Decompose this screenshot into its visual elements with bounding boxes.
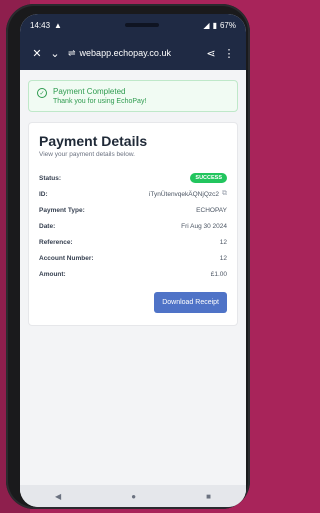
share-icon[interactable]: ⋖ [202,47,220,60]
detail-row-status: Status: SUCCESS [39,170,227,186]
status-badge: SUCCESS [190,173,227,183]
close-icon[interactable]: ✕ [28,47,46,60]
button-row: Download Receipt [39,292,227,313]
detail-label: ID: [39,190,48,198]
detail-value: 12 [219,254,227,262]
page-content: ✓ Payment Completed Thank you for using … [20,70,246,493]
browser-toolbar: ✕ ⌄ ⇌ webapp.echopay.co.uk ⋖ ⋮ [20,36,246,70]
detail-row-reference: Reference: 12 [39,234,227,250]
tune-icon[interactable]: ⇌ [68,48,76,59]
status-time: 14:43 [30,20,51,30]
detail-label: Reference: [39,238,73,246]
detail-value: Fri Aug 30 2024 [181,222,227,230]
card-title: Payment Details [39,133,148,149]
success-alert: ✓ Payment Completed Thank you for using … [28,80,238,112]
detail-label: Date: [39,222,56,230]
phone-frame: 14:43 ▲ ◢ ▮ 67% ✕ ⌄ ⇌ webapp.echopay.co.… [6,4,250,509]
battery-icon: ▮ [212,20,217,30]
check-circle-icon: ✓ [37,88,47,98]
payment-details-card: Payment Details View your payment detail… [28,122,238,326]
detail-row-id: ID: iTynÜtenvqekÄQNjQzc2 ⧉ [39,186,227,202]
id-value-wrap: iTynÜtenvqekÄQNjQzc2 ⧉ [149,190,227,198]
detail-row-amount: Amount: £1.00 [39,266,227,282]
detail-row-payment-type: Payment Type: ECHOPAY [39,202,227,218]
recents-icon[interactable]: ■ [206,492,211,501]
detail-value: iTynÜtenvqekÄQNjQzc2 [148,190,219,198]
signal-icon: ◢ [203,20,210,30]
detail-value: 12 [219,238,227,246]
url-field[interactable]: ⇌ webapp.echopay.co.uk [68,48,202,59]
detail-label: Status: [39,174,62,182]
status-left: 14:43 ▲ [30,21,62,30]
card-subtitle: View your payment details below. [39,151,135,158]
download-receipt-button[interactable]: Download Receipt [154,292,227,313]
chevron-down-icon[interactable]: ⌄ [46,47,64,60]
url-text: webapp.echopay.co.uk [79,48,171,58]
copy-icon[interactable]: ⧉ [222,190,227,198]
android-nav-bar: ◀ ● ■ [20,485,246,507]
detail-value: ECHOPAY [196,206,227,214]
detail-value: £1.00 [210,270,227,278]
detail-label: Amount: [39,270,66,278]
detail-label: Account Number: [39,254,94,262]
status-bar: 14:43 ▲ ◢ ▮ 67% [20,14,246,36]
alert-subtitle: Thank you for using EchoPay! [53,98,147,105]
more-icon[interactable]: ⋮ [220,47,238,60]
phone-screen: 14:43 ▲ ◢ ▮ 67% ✕ ⌄ ⇌ webapp.echopay.co.… [20,14,246,507]
camera-notch [124,23,159,27]
battery-level: 67% [219,20,236,30]
alert-title: Payment Completed [53,87,126,96]
detail-row-date: Date: Fri Aug 30 2024 [39,218,227,234]
detail-label: Payment Type: [39,206,85,214]
home-icon[interactable]: ● [131,492,136,501]
status-right: ◢ ▮ 67% [203,21,236,30]
back-icon[interactable]: ◀ [55,492,61,501]
notification-icon: ▲ [54,20,62,30]
detail-row-account-number: Account Number: 12 [39,250,227,266]
